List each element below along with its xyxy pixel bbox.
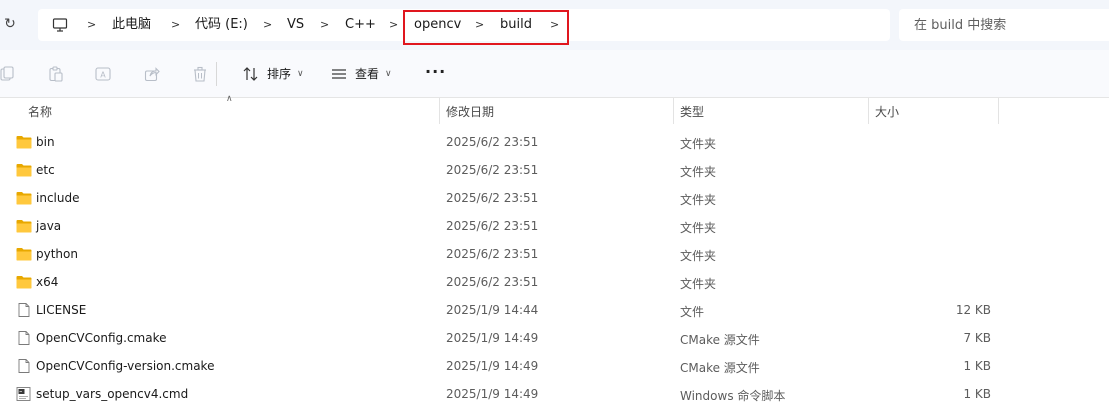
file-type: 文件夹 [680,137,717,151]
copy-icon[interactable] [0,66,16,82]
search-box[interactable] [899,9,1109,41]
file-date-modified: 2025/1/9 14:49 [446,387,539,401]
folder-icon [16,135,32,149]
column-header-date[interactable]: 修改日期 [446,103,494,120]
folder-icon [16,275,32,289]
folder-icon [16,247,32,261]
column-divider[interactable] [439,98,440,124]
chevron-right-icon[interactable]: > [263,17,272,33]
file-size: 12 KB [955,303,991,317]
file-name: java [36,219,62,233]
file-row[interactable]: setup_vars_opencv4.cmd 2025/1/9 14:49 Wind… [0,380,1109,408]
file-type: Windows 命令脚本 [680,389,786,403]
file-date-modified: 2025/6/2 23:51 [446,135,539,149]
view-button[interactable]: 查看 ∨ [331,63,395,85]
file-type: 文件夹 [680,193,717,207]
column-divider[interactable] [868,98,869,124]
breadcrumb-drive-e[interactable]: 代码 (E:) [195,17,248,33]
column-header-type[interactable]: 类型 [680,103,704,120]
file-name: LICENSE [36,303,87,317]
column-header-size[interactable]: 大小 [875,103,899,120]
chevron-right-icon[interactable]: > [87,17,96,33]
file-name: include [36,191,80,205]
file-icon [16,359,32,373]
rename-icon[interactable]: A [95,66,111,82]
column-divider[interactable] [998,98,999,124]
view-icon [332,69,346,79]
file-date-modified: 2025/1/9 14:44 [446,303,539,317]
delete-icon[interactable] [192,66,208,82]
file-row[interactable]: python 2025/6/2 23:51 文件夹 [0,240,1109,268]
this-pc-icon [52,18,68,32]
file-date-modified: 2025/6/2 23:51 [446,247,539,261]
share-icon[interactable] [144,66,160,82]
file-size: 1 KB [963,359,991,373]
file-type: 文件夹 [680,165,717,179]
file-icon [16,331,32,345]
sort-label: 排序 [267,67,292,81]
toolbar-divider [216,62,217,86]
file-row[interactable]: x64 2025/6/2 23:51 文件夹 [0,268,1109,296]
folder-icon [16,191,32,205]
file-row[interactable]: etc 2025/6/2 23:51 文件夹 [0,156,1109,184]
file-icon [16,303,32,317]
breadcrumb-vs[interactable]: VS [287,17,304,33]
file-type: 文件夹 [680,277,717,291]
address-bar-row: ↻ > 此电脑 > 代码 (E:) > VS > C++ > opencv > … [0,0,1109,50]
file-date-modified: 2025/6/2 23:51 [446,191,539,205]
chevron-right-icon[interactable]: > [389,17,398,33]
file-type: 文件 [680,305,705,319]
file-name: OpenCVConfig-version.cmake [36,359,215,373]
file-row[interactable]: LICENSE 2025/1/9 14:44 文件 12 KB [0,296,1109,324]
command-bar: A 排序 ∨ 查看 ∨ ··· [0,50,1109,98]
file-row[interactable]: OpenCVConfig.cmake 2025/1/9 14:49 CMake 源文… [0,324,1109,352]
svg-text:A: A [100,71,106,80]
file-size: 1 KB [963,387,991,401]
file-date-modified: 2025/6/2 23:51 [446,275,539,289]
file-name: setup_vars_opencv4.cmd [36,387,189,401]
file-row[interactable]: bin 2025/6/2 23:51 文件夹 [0,128,1109,156]
column-divider[interactable] [673,98,674,124]
file-name: python [36,247,78,261]
sort-ascending-icon: ∧ [226,94,233,104]
cmd-file-icon [16,387,32,401]
breadcrumb-this-pc[interactable]: 此电脑 [112,17,151,33]
file-name: etc [36,163,55,177]
file-row[interactable]: java 2025/6/2 23:51 文件夹 [0,212,1109,240]
file-type: 文件夹 [680,249,717,263]
column-header-name[interactable]: 名称 [28,103,52,120]
file-date-modified: 2025/6/2 23:51 [446,219,539,233]
folder-icon [16,163,32,177]
breadcrumb-cpp[interactable]: C++ [345,17,376,33]
chevron-down-icon: ∨ [297,69,304,79]
file-name: OpenCVConfig.cmake [36,331,167,345]
more-options-button[interactable]: ··· [425,62,446,81]
chevron-right-icon[interactable]: > [171,17,180,33]
file-name: x64 [36,275,59,289]
file-row[interactable]: OpenCVConfig-version.cmake 2025/1/9 14:49… [0,352,1109,380]
file-type: CMake 源文件 [680,361,760,375]
file-date-modified: 2025/1/9 14:49 [446,359,539,373]
file-date-modified: 2025/6/2 23:51 [446,163,539,177]
address-bar[interactable]: > 此电脑 > 代码 (E:) > VS > C++ > opencv > bu… [38,9,890,45]
sort-icon [243,67,258,81]
chevron-right-icon[interactable]: > [320,17,329,33]
view-label: 查看 [355,67,380,81]
file-size: 7 KB [963,331,991,345]
sort-button[interactable]: 排序 ∨ [243,63,307,85]
file-type: CMake 源文件 [680,333,760,347]
file-row[interactable]: include 2025/6/2 23:51 文件夹 [0,184,1109,212]
file-date-modified: 2025/1/9 14:49 [446,331,539,345]
chevron-down-icon: ∨ [385,69,392,79]
column-header-row: ∧ 名称 修改日期 类型 大小 [0,94,1109,124]
paste-icon[interactable] [48,66,64,82]
search-input[interactable] [899,9,1109,41]
folder-icon [16,219,32,233]
file-type: 文件夹 [680,221,717,235]
file-name: bin [36,135,55,149]
highlight-box [403,10,569,45]
refresh-icon[interactable]: ↻ [2,16,18,32]
file-list: bin 2025/6/2 23:51 文件夹 etc 2025/6/2 23:51 文件夹… [0,128,1109,408]
